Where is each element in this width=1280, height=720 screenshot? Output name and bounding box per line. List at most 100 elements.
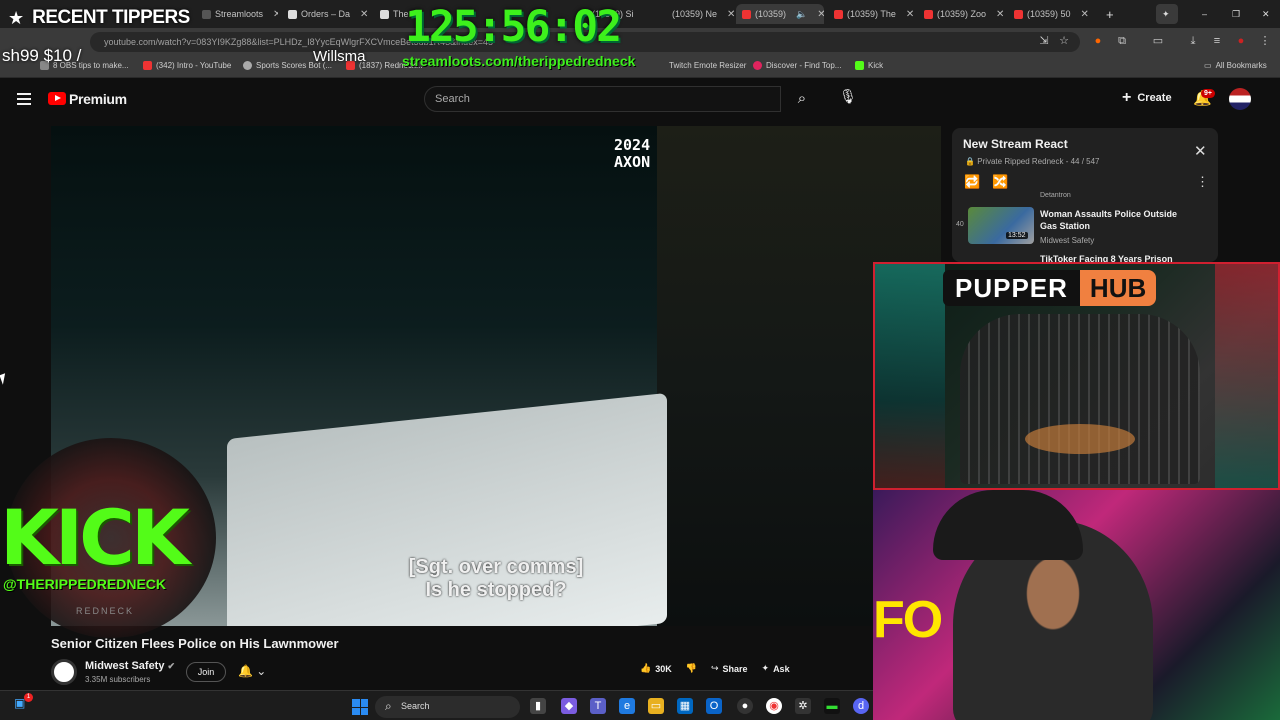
file-explorer-icon[interactable]: ▭ [648,698,664,714]
browser-tab[interactable]: Orders – Da ✕ [282,4,368,24]
youtube-logo-icon[interactable] [48,92,66,105]
shuffle-icon[interactable]: 🔀 [992,174,1008,190]
youtube-favicon-icon [1014,9,1023,19]
app-icon[interactable]: ✲ [795,698,811,714]
dislike-button[interactable]: 👎 [686,663,697,674]
browser-tab[interactable]: (10359) The ✕ [828,4,916,24]
tipper-line: sh99 $10 / [2,46,82,65]
ask-button[interactable]: ✦ Ask [762,663,790,674]
taskbar-search-label: Search [401,701,430,711]
new-tab-button[interactable]: + [1100,4,1116,24]
share-button[interactable]: ↪ Share [711,663,748,674]
gemini-icon[interactable]: ✦ [1156,4,1178,24]
close-tab-icon[interactable]: ✕ [273,9,278,20]
screen: Streamloots ✕ Orders – Da ✕ The (10359) Si… [0,0,1280,720]
webcam-sign-text: FO [873,591,943,649]
playlist-title[interactable]: New Stream React [963,137,1068,151]
extension-icon[interactable]: ● [1092,35,1104,47]
create-button[interactable]: + Create [1122,89,1172,107]
sidebar-icon[interactable]: ▭ [1152,35,1164,47]
join-button[interactable]: Join [186,662,226,682]
close-tab-icon[interactable]: ✕ [817,9,824,20]
star-icon[interactable]: ☆ [1058,35,1070,47]
stream-timer: 125:56:02 [405,2,622,52]
install-icon[interactable]: ⇲ [1038,35,1050,47]
bookmark-label: (342) Intro - YouTube [156,61,232,70]
task-view-icon[interactable]: ▮ [530,698,546,714]
playlist-next-title[interactable]: TikToker Facing 8 Years Prison [1040,254,1173,262]
pupper-logo-right: HUB [1079,270,1157,306]
browser-tab[interactable]: (10359) Ne ✕ [666,4,736,24]
bookmark-item[interactable]: Kick [855,61,883,70]
bookmark-item[interactable]: Twitch Emote Resizer [669,61,746,70]
channel-name[interactable]: Midwest Safety ✔ [85,660,175,672]
tab-favicon-icon [380,9,389,19]
copilot-icon[interactable]: ◆ [561,698,577,714]
playlist-controls: 🔁 🔀 [964,174,1008,190]
playlist-item[interactable]: 40 13:52 Woman Assaults Police Outside G… [956,205,1206,247]
edge-icon[interactable]: e [619,698,635,714]
search-input[interactable]: Search [424,86,781,112]
subscribe-bell-icon[interactable]: 🔔 ⌄ [238,664,266,678]
plus-icon: + [1122,89,1132,106]
browser-tab[interactable]: (10359) Zoo ✕ [918,4,1006,24]
globe-icon [243,61,252,70]
outlook-icon[interactable]: O [706,698,722,714]
pet-crate [960,314,1200,484]
tab-label: (10359) The [847,9,896,19]
mouse-cursor-icon [0,373,9,385]
stream-app-icon[interactable]: ▬ [824,698,840,714]
youtube-premium-label[interactable]: Premium [69,91,127,107]
teams-icon[interactable]: T [590,698,606,714]
close-window-icon[interactable]: ✕ [1256,4,1272,24]
bookmark-item[interactable]: Discover - Find Top... [753,61,841,70]
discord-icon[interactable]: d [853,698,869,714]
hamburger-menu-icon[interactable] [17,93,31,105]
media-icon[interactable]: ≡ [1211,35,1223,47]
bookmarks-bar: 8 OBS tips to make... (342) Intro - YouT… [0,56,1280,78]
restore-icon[interactable]: ❐ [1226,4,1242,24]
bookmark-item[interactable]: (342) Intro - YouTube [143,61,231,70]
minimize-icon[interactable]: – [1196,4,1212,24]
tab-label: Orders – Da [301,9,351,19]
obs-icon[interactable]: ● [737,698,753,714]
share-label: Share [722,663,748,674]
all-bookmarks[interactable]: ▭ All Bookmarks [1204,61,1267,70]
notification-badge: 9+ [1201,89,1215,98]
close-tab-icon[interactable]: ✕ [906,9,914,20]
profile-icon[interactable]: ● [1235,35,1247,47]
thumbs-down-icon: 👎 [685,663,697,673]
browser-tab-active[interactable]: (10359) 🔈 ✕ [736,4,824,24]
youtube-favicon-icon [742,9,751,19]
emblem-text: REDNECK [76,606,135,616]
menu-icon[interactable]: ⋮ [1259,35,1271,47]
channel-avatar[interactable] [51,659,77,685]
sparkle-icon: ✦ [761,663,770,673]
close-playlist-icon[interactable]: ✕ [1194,142,1207,160]
recent-tippers-overlay: ★ RECENT TIPPERS [0,0,240,36]
close-tab-icon[interactable]: ✕ [360,9,368,20]
close-tab-icon[interactable]: ✕ [727,9,735,20]
playlist-panel: New Stream React 🔒 Private Ripped Rednec… [952,128,1218,262]
close-tab-icon[interactable]: ✕ [996,9,1004,20]
playlist-item-duration: 13:52 [1006,232,1028,239]
browser-tab[interactable]: (10359) 50 ✕ [1008,4,1096,24]
youtube-favicon-icon [924,9,933,19]
speaker-icon: 🔈 [796,8,808,19]
chrome-icon[interactable]: ◉ [766,698,782,714]
puzzle-icon[interactable]: ⧉ [1116,35,1128,47]
loop-icon[interactable]: 🔁 [964,174,980,190]
like-button[interactable]: 👍 30K [640,663,672,674]
microphone-icon[interactable]: 🎙 [838,88,858,108]
store-icon[interactable]: ▦ [677,698,693,714]
start-menu-icon[interactable] [352,699,368,715]
avatar[interactable] [1229,88,1251,110]
search-icon[interactable]: ⌕ [781,86,823,112]
close-tab-icon[interactable]: ✕ [1081,9,1089,20]
taskbar-search-input[interactable]: Search [375,696,520,718]
tab-label: (10359) Zoo [937,9,987,19]
playlist-item-title: Woman Assaults Police Outside Gas Statio… [1040,209,1178,231]
download-icon[interactable]: ⤓ [1187,35,1199,47]
tab-label: (10359) 50 [1027,9,1071,19]
playlist-more-icon[interactable]: ⋮ [1196,174,1209,190]
